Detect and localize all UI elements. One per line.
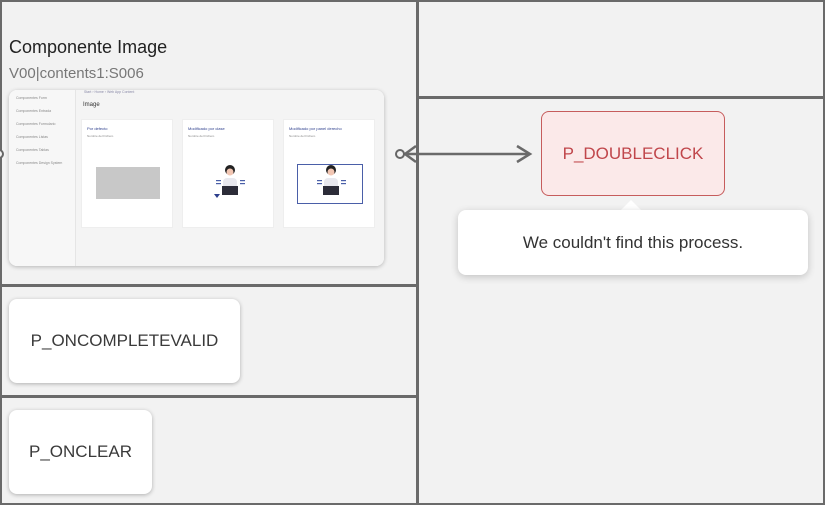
error-tooltip: We couldn't find this process. [458,210,808,275]
tooltip-message: We couldn't find this process. [522,232,744,252]
process-node-onclear[interactable]: P_ONCLEAR [9,410,152,494]
process-node-doubleclick[interactable]: P_DOUBLECLICK [541,111,725,196]
process-node-oncompletevalid[interactable]: P_ONCOMPLETEVALID [9,299,240,383]
connector-handle[interactable] [395,149,405,159]
